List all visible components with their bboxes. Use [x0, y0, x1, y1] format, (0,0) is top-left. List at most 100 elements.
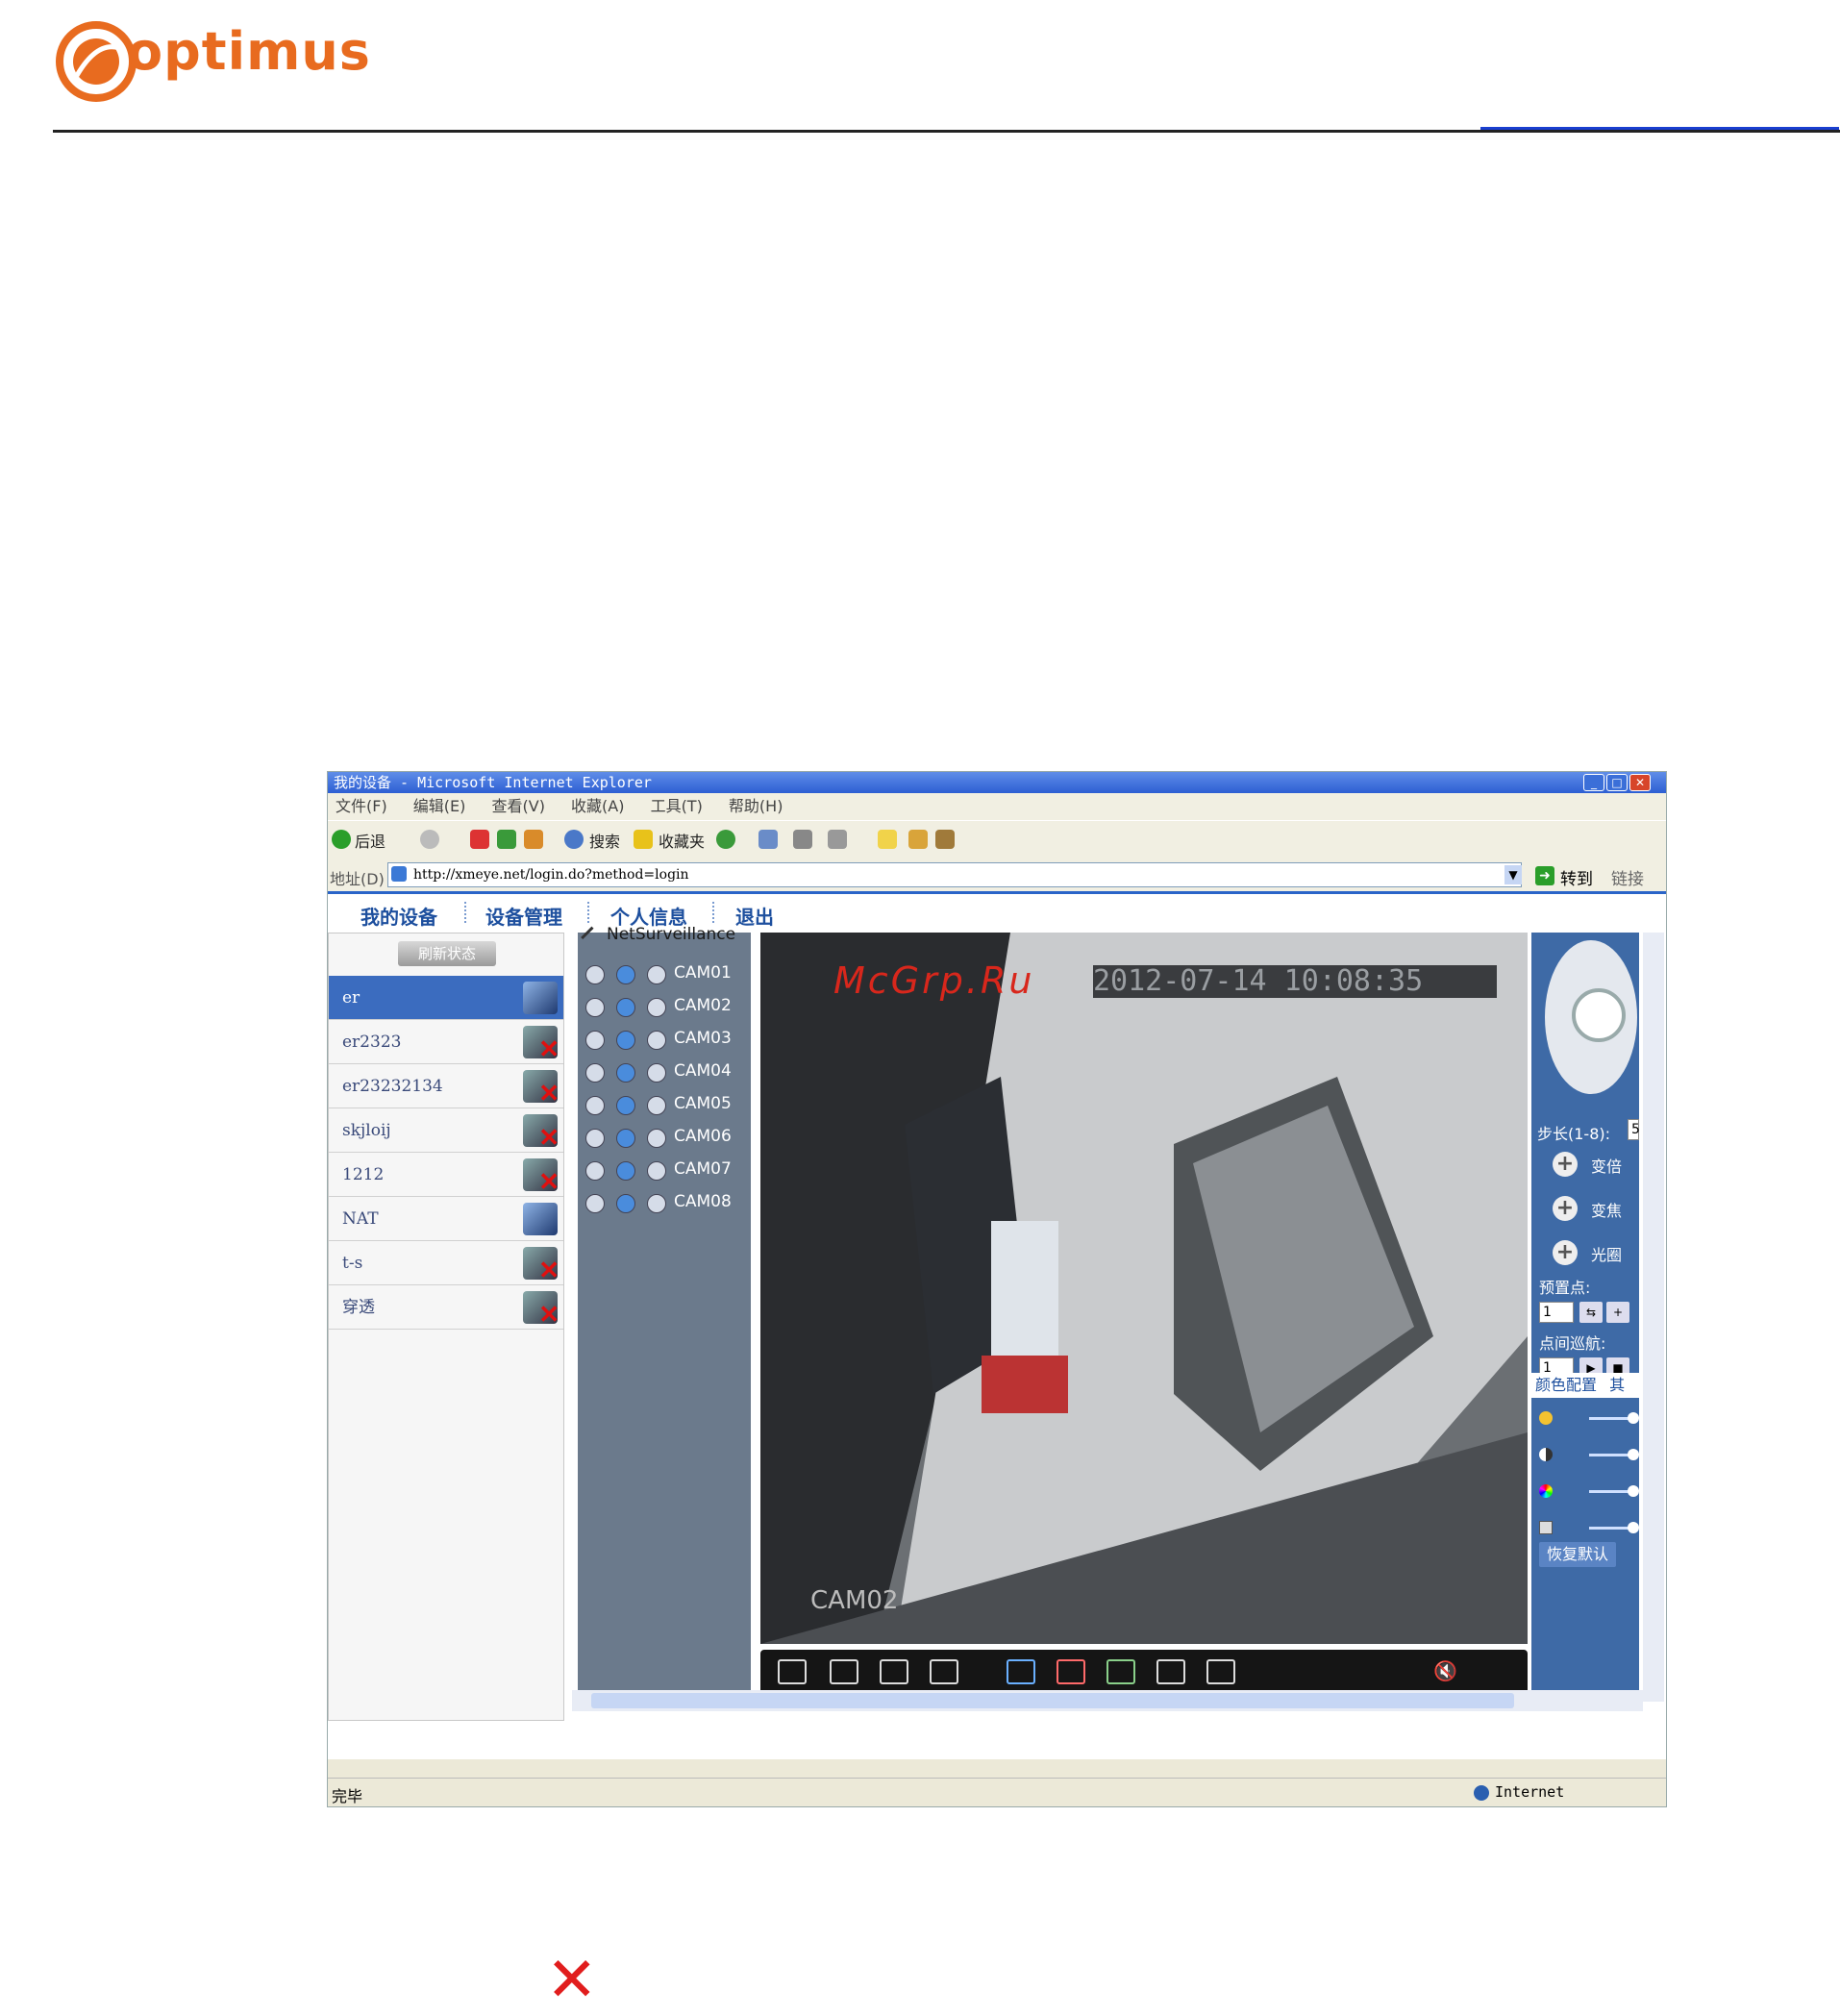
menu-tools[interactable]: 工具(T)	[651, 797, 703, 815]
links-button[interactable]: 链接	[1611, 865, 1644, 889]
camera-row[interactable]: CAM01	[585, 959, 749, 990]
menu-edit[interactable]: 编辑(E)	[413, 797, 466, 815]
other-tab-label[interactable]: 其	[1609, 1376, 1625, 1394]
hue-slider-handle[interactable]	[1628, 1522, 1639, 1533]
back-arrow-icon[interactable]	[332, 830, 351, 849]
zoom-plus-icon[interactable]: +	[1553, 1152, 1578, 1177]
color-settings-tab[interactable]: 颜色配置 其	[1531, 1373, 1639, 1398]
search-icon[interactable]	[564, 830, 584, 849]
camera-row[interactable]: CAM07	[585, 1156, 749, 1186]
nine-view-icon[interactable]	[930, 1659, 958, 1684]
color-tab-label[interactable]: 颜色配置	[1535, 1376, 1597, 1394]
menu-file[interactable]: 文件(F)	[336, 797, 387, 815]
device-name: er	[342, 988, 361, 1008]
device-item[interactable]: NAT	[329, 1197, 563, 1241]
note-icon[interactable]	[878, 830, 897, 849]
restore-default-button[interactable]: 恢复默认	[1539, 1542, 1616, 1567]
close-button[interactable]: ✕	[1629, 774, 1651, 791]
camera-row[interactable]: CAM04	[585, 1058, 749, 1088]
device-item[interactable]: er2323 ✕	[329, 1020, 563, 1064]
talk-stop-icon[interactable]	[1206, 1659, 1235, 1684]
research-icon[interactable]	[935, 830, 955, 849]
video-view[interactable]: 2012-07-14 10:08:35 McGrp.Ru CAM02	[760, 933, 1528, 1644]
home-icon[interactable]	[524, 830, 543, 849]
watermark-text: McGrp.Ru	[833, 959, 1035, 1002]
contrast-slider-handle[interactable]	[1628, 1449, 1639, 1460]
forward-arrow-icon[interactable]	[420, 830, 439, 849]
saturation-slider-handle[interactable]	[1628, 1485, 1639, 1497]
device-online-icon	[523, 1203, 558, 1235]
device-item[interactable]: er23232134 ✕	[329, 1064, 563, 1108]
device-item[interactable]: skjloij ✕	[329, 1108, 563, 1153]
device-item[interactable]: 1212 ✕	[329, 1153, 563, 1197]
address-dropdown-icon[interactable]: ▼	[1504, 865, 1522, 884]
device-online-icon	[523, 982, 558, 1014]
mute-icon[interactable]: 🔇	[1433, 1659, 1457, 1682]
horizontal-scrollbar[interactable]	[572, 1690, 1643, 1711]
star-icon[interactable]	[634, 830, 653, 849]
device-item[interactable]: er	[329, 976, 563, 1020]
refresh-status-button[interactable]: 刷新状态	[398, 941, 496, 966]
camera-row[interactable]: CAM03	[585, 1025, 749, 1056]
device-item[interactable]: t-s ✕	[329, 1241, 563, 1285]
maximize-button[interactable]: □	[1606, 774, 1628, 791]
zoom-label: 变倍	[1591, 1157, 1623, 1176]
messenger-icon[interactable]	[908, 830, 928, 849]
talk-start-icon[interactable]	[1156, 1659, 1185, 1684]
toolbar: 后退 搜索 收藏夹	[328, 820, 1666, 860]
step-input[interactable]: 5	[1628, 1119, 1640, 1140]
ptz-direction-pad[interactable]	[1545, 940, 1637, 1094]
brightness-icon	[1539, 1411, 1553, 1425]
nav-device-management[interactable]: 设备管理	[485, 902, 562, 930]
device-name: NAT	[342, 1209, 379, 1229]
menu-view[interactable]: 查看(V)	[492, 797, 545, 815]
single-view-icon[interactable]	[830, 1659, 858, 1684]
fullscreen-icon[interactable]	[778, 1659, 807, 1684]
menu-favorites[interactable]: 收藏(A)	[571, 797, 624, 815]
menu-help[interactable]: 帮助(H)	[729, 797, 783, 815]
brightness-slider-handle[interactable]	[1628, 1412, 1639, 1424]
print-icon[interactable]	[793, 830, 812, 849]
minimize-button[interactable]: _	[1583, 774, 1604, 791]
search-button[interactable]: 搜索	[589, 829, 620, 852]
ptz-center-icon[interactable]	[1572, 988, 1626, 1042]
security-zone: Internet	[1495, 1783, 1565, 1801]
nav-logout[interactable]: 退出	[735, 902, 774, 930]
preset-label: 预置点:	[1539, 1279, 1591, 1297]
edit-icon[interactable]	[828, 830, 847, 849]
history-icon[interactable]	[716, 830, 735, 849]
preset-goto-icon[interactable]: ⇆	[1579, 1302, 1603, 1323]
preset-input[interactable]: 1	[1539, 1302, 1574, 1323]
device-name: 1212	[342, 1165, 385, 1184]
step-label: 步长(1-8):	[1537, 1125, 1611, 1143]
snapshot-icon[interactable]	[1106, 1659, 1135, 1684]
go-arrow-icon[interactable]: ➜	[1535, 866, 1554, 885]
video-timestamp: 2012-07-14 10:08:35	[1093, 965, 1497, 998]
address-bar: 地址(D) http://xmeye.net/login.do?method=l…	[328, 859, 1666, 891]
quad-view-icon[interactable]	[880, 1659, 908, 1684]
iris-plus-icon[interactable]: +	[1553, 1240, 1578, 1265]
camera-row[interactable]: CAM02	[585, 992, 749, 1023]
preset-add-icon[interactable]: +	[1606, 1302, 1629, 1323]
camera-row[interactable]: CAM06	[585, 1123, 749, 1154]
focus-plus-icon[interactable]: +	[1553, 1196, 1578, 1221]
go-button[interactable]: 转到	[1560, 865, 1593, 889]
record-start-icon[interactable]	[1007, 1659, 1035, 1684]
vertical-scrollbar[interactable]	[1643, 933, 1664, 1702]
nav-my-devices[interactable]: 我的设备	[361, 902, 437, 930]
device-name: t-s	[342, 1254, 363, 1273]
back-button[interactable]: 后退	[355, 829, 385, 852]
record-stop-icon[interactable]	[1057, 1659, 1085, 1684]
horizontal-scroll-thumb[interactable]	[591, 1693, 1514, 1708]
device-name: er2323	[342, 1033, 402, 1052]
address-input[interactable]: http://xmeye.net/login.do?method=login	[387, 862, 1522, 887]
favorites-button[interactable]: 收藏夹	[659, 829, 705, 852]
camera-row[interactable]: CAM05	[585, 1090, 749, 1121]
camera-row[interactable]: CAM08	[585, 1188, 749, 1219]
stop-icon[interactable]	[470, 830, 489, 849]
refresh-icon[interactable]	[497, 830, 516, 849]
mail-icon[interactable]	[758, 830, 778, 849]
ptz-panel: 步长(1-8): 5 + 变倍 + 变焦 + 光圈 预置点: 1 ⇆ + 点间巡…	[1531, 933, 1640, 1692]
device-item[interactable]: 穿透 ✕	[329, 1285, 563, 1330]
header-link-underline[interactable]	[1480, 127, 1839, 130]
